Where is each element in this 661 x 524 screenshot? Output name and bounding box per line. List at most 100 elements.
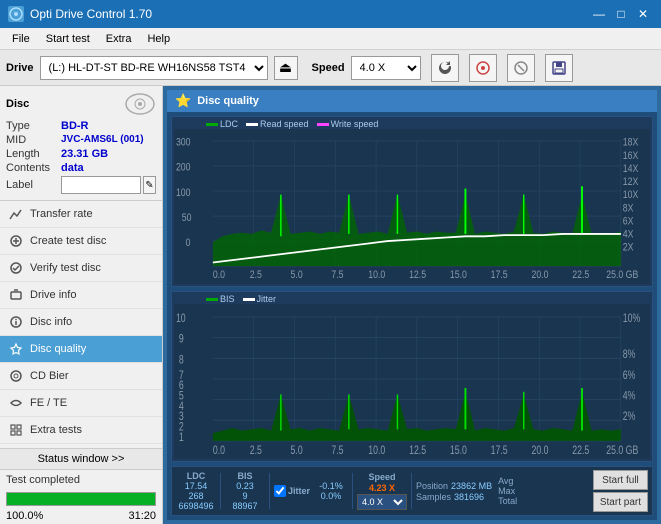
svg-text:20.0: 20.0 bbox=[531, 269, 548, 281]
sidebar-item-create-test-disc[interactable]: Create test disc bbox=[0, 228, 162, 255]
bis-legend: BIS bbox=[206, 294, 235, 304]
jitter-checkbox[interactable] bbox=[274, 485, 286, 497]
disc-length-label: Length bbox=[6, 148, 61, 160]
transfer-rate-icon bbox=[8, 206, 24, 222]
bis-legend-color bbox=[206, 298, 218, 301]
menu-help[interactable]: Help bbox=[139, 31, 178, 47]
svg-text:100: 100 bbox=[176, 187, 191, 199]
read-speed-legend-label: Read speed bbox=[260, 119, 309, 129]
row-labels: Avg Max Total bbox=[498, 476, 520, 506]
disc-title: Disc bbox=[6, 98, 29, 110]
speed-select[interactable]: 4.0 X bbox=[351, 56, 421, 80]
read-speed-legend: Read speed bbox=[246, 119, 309, 129]
jitter-legend-label: Jitter bbox=[257, 294, 277, 304]
samples-row: Samples 381696 bbox=[416, 492, 492, 502]
avg-jitter: -0.1% bbox=[319, 481, 343, 491]
max-jitter: 0.0% bbox=[321, 491, 342, 501]
sidebar-item-drive-info[interactable]: Drive info bbox=[0, 282, 162, 309]
svg-text:12.5: 12.5 bbox=[409, 269, 426, 281]
transfer-rate-label: Transfer rate bbox=[30, 208, 93, 220]
progress-percent: 100.0% bbox=[6, 510, 43, 522]
eject-button[interactable]: ⏏ bbox=[274, 56, 298, 80]
drive-label: Drive bbox=[6, 62, 34, 74]
disc-mid-field: MID JVC-AMS6L (001) bbox=[6, 134, 156, 146]
svg-text:2.5: 2.5 bbox=[250, 445, 262, 457]
disc-panel-header: Disc bbox=[6, 92, 156, 116]
start-buttons: Start full Start part bbox=[593, 470, 648, 512]
panel-header-icon: ⭐ bbox=[175, 93, 191, 109]
drive-info-label: Drive info bbox=[30, 289, 76, 301]
bis-stats: BIS 0.23 9 88967 bbox=[225, 471, 265, 511]
start-full-button[interactable]: Start full bbox=[593, 470, 648, 490]
disc-length-value: 23.31 GB bbox=[61, 148, 108, 160]
top-chart-container: LDC Read speed Write speed bbox=[171, 116, 653, 287]
erase-button[interactable] bbox=[507, 54, 535, 82]
disc-mid-label: MID bbox=[6, 134, 61, 146]
disc-label-edit-button[interactable]: ✎ bbox=[143, 176, 156, 194]
bis-legend-label: BIS bbox=[220, 294, 235, 304]
svg-text:7.5: 7.5 bbox=[331, 445, 343, 457]
charts-container: LDC Read speed Write speed bbox=[167, 112, 657, 520]
read-speed-legend-color bbox=[246, 123, 258, 126]
sidebar-item-cd-bier[interactable]: CD Bier bbox=[0, 363, 162, 390]
disc-panel-icon bbox=[124, 92, 156, 116]
svg-text:22.5: 22.5 bbox=[572, 269, 589, 281]
position-samples: Position 23862 MB Samples 381696 bbox=[416, 481, 492, 502]
jitter-check-row: Jitter bbox=[274, 485, 310, 497]
create-test-disc-label: Create test disc bbox=[30, 235, 106, 247]
write-speed-legend-label: Write speed bbox=[331, 119, 379, 129]
start-part-button[interactable]: Start part bbox=[593, 492, 648, 512]
svg-text:6%: 6% bbox=[623, 370, 636, 382]
progress-fill bbox=[7, 493, 155, 505]
fe-te-label: FE / TE bbox=[30, 397, 67, 409]
maximize-button[interactable]: □ bbox=[611, 4, 631, 24]
svg-text:25.0 GB: 25.0 GB bbox=[606, 445, 638, 457]
drive-select[interactable]: (L:) HL-DT-ST BD-RE WH16NS58 TST4 bbox=[40, 56, 268, 80]
disc-length-field: Length 23.31 GB bbox=[6, 148, 156, 160]
disc-quality-panel: ⭐ Disc quality LDC Read s bbox=[167, 90, 657, 520]
menu-extra[interactable]: Extra bbox=[98, 31, 140, 47]
close-button[interactable]: ✕ bbox=[633, 4, 653, 24]
bottom-chart-container: BIS Jitter bbox=[171, 291, 653, 462]
sidebar-item-fe-te[interactable]: FE / TE bbox=[0, 390, 162, 417]
svg-text:0: 0 bbox=[186, 237, 191, 249]
svg-text:10.0: 10.0 bbox=[368, 269, 385, 281]
sidebar-item-verify-test-disc[interactable]: Verify test disc bbox=[0, 255, 162, 282]
minimize-button[interactable]: — bbox=[589, 4, 609, 24]
svg-text:6X: 6X bbox=[623, 216, 634, 228]
disc-contents-field: Contents data bbox=[6, 162, 156, 174]
elapsed-time: 31:20 bbox=[128, 510, 156, 522]
ldc-legend-label: LDC bbox=[220, 119, 238, 129]
disc-label-row: Label ✎ bbox=[6, 176, 156, 194]
fe-te-icon bbox=[8, 395, 24, 411]
svg-text:4%: 4% bbox=[623, 391, 636, 403]
disc-label-input[interactable] bbox=[61, 176, 141, 194]
disc-quality-label: Disc quality bbox=[30, 343, 86, 355]
status-bottom: 100.0% 31:20 bbox=[0, 508, 162, 524]
save-button[interactable] bbox=[545, 54, 573, 82]
menu-file[interactable]: File bbox=[4, 31, 38, 47]
bottom-chart-legend: BIS Jitter bbox=[172, 292, 652, 304]
svg-text:10%: 10% bbox=[623, 313, 640, 325]
speed-stats-label: Speed bbox=[369, 472, 396, 482]
menu-start-test[interactable]: Start test bbox=[38, 31, 98, 47]
sidebar-item-disc-quality[interactable]: Disc quality bbox=[0, 336, 162, 363]
avg-bis: 0.23 bbox=[236, 481, 254, 491]
sidebar-item-transfer-rate[interactable]: Transfer rate bbox=[0, 201, 162, 228]
svg-text:8%: 8% bbox=[623, 349, 636, 361]
sidebar-item-disc-info[interactable]: Disc info bbox=[0, 309, 162, 336]
status-window-button[interactable]: Status window >> bbox=[0, 449, 162, 470]
sidebar-item-extra-tests[interactable]: Extra tests bbox=[0, 417, 162, 444]
speed-stats-select[interactable]: 4.0 X bbox=[357, 494, 407, 510]
svg-text:200: 200 bbox=[176, 162, 191, 174]
position-value: 23862 MB bbox=[451, 481, 492, 491]
refresh-button[interactable] bbox=[431, 54, 459, 82]
status-bar: Status window >> Test completed 100.0% 3… bbox=[0, 448, 162, 524]
title-bar: Opti Drive Control 1.70 — □ ✕ bbox=[0, 0, 661, 28]
avg-label: Avg bbox=[498, 476, 520, 486]
disc-type-label: Type bbox=[6, 120, 61, 132]
burn-button[interactable] bbox=[469, 54, 497, 82]
disc-info-label: Disc info bbox=[30, 316, 72, 328]
svg-text:18X: 18X bbox=[623, 137, 639, 149]
jitter-stats: -0.1% 0.0% bbox=[314, 481, 348, 501]
